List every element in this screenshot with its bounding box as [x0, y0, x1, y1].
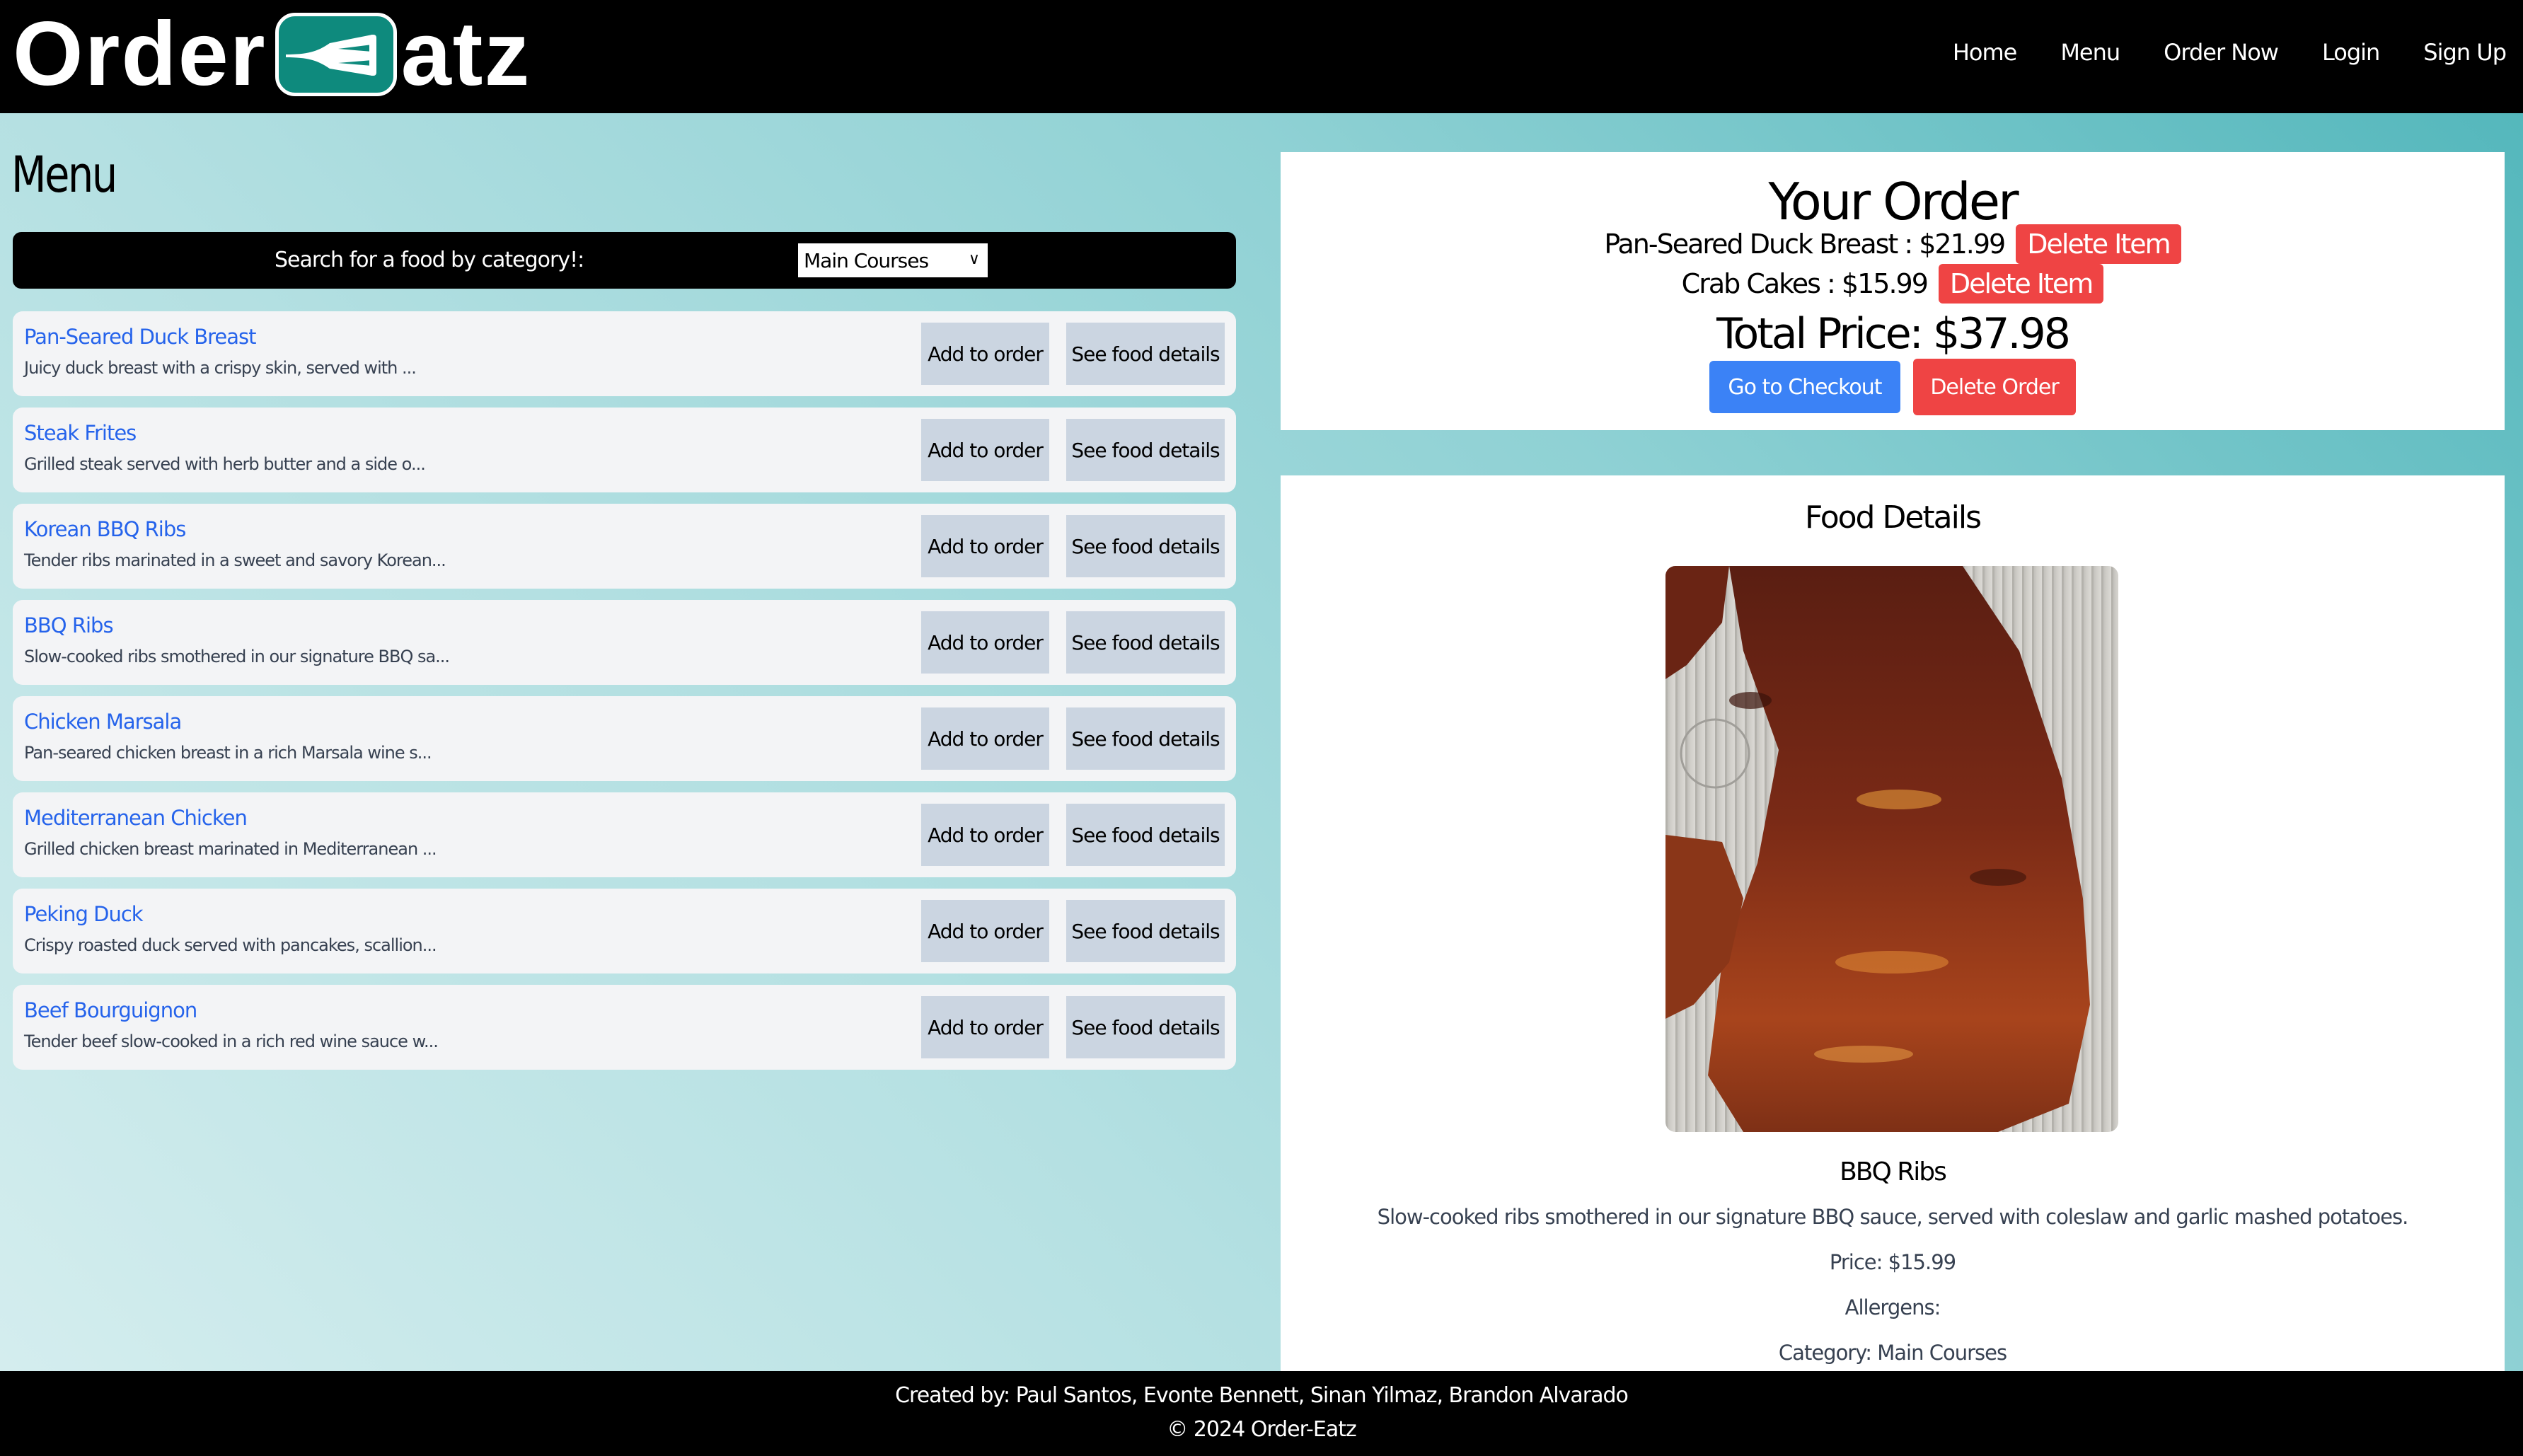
order-line-item: Crab Cakes : $15.99 Delete Item [1281, 264, 2505, 304]
food-details-category: Category: Main Courses [1778, 1341, 2007, 1365]
menu-item-name-link[interactable]: Beef Bourguignon [24, 996, 197, 1024]
add-to-order-button[interactable]: Add to order [921, 515, 1049, 577]
menu-item-card: Beef Bourguignon Tender beef slow-cooked… [13, 985, 1236, 1070]
menu-item-description: Tender ribs marinated in a sweet and sav… [24, 550, 446, 570]
food-details-price: Price: $15.99 [1829, 1250, 1956, 1274]
order-total-price: Total Price: $37.98 [1716, 309, 2071, 359]
delete-order-button[interactable]: Delete Order [1913, 359, 2076, 415]
site-header: Order atz Home Menu Order Now Login Sign… [0, 0, 2523, 113]
category-search-label: Search for a food by category!: [275, 248, 584, 272]
order-line-item: Pan-Seared Duck Breast : $21.99 Delete I… [1281, 224, 2505, 264]
menu-item-card: Chicken Marsala Pan-seared chicken breas… [13, 696, 1236, 781]
delete-item-button[interactable]: Delete Item [2016, 224, 2181, 264]
menu-item-name-link[interactable]: Steak Frites [24, 419, 137, 447]
logo-text-order: Order [13, 4, 267, 105]
logo-text-atz: atz [400, 4, 531, 105]
see-food-details-button[interactable]: See food details [1066, 515, 1225, 577]
see-food-details-button[interactable]: See food details [1066, 707, 1225, 770]
nav-menu[interactable]: Menu [2060, 34, 2120, 71]
order-item-text: Crab Cakes : $15.99 [1681, 268, 1929, 299]
fork-e-icon [275, 13, 397, 96]
order-item-text: Pan-Seared Duck Breast : $21.99 [1604, 229, 2006, 260]
site-footer: Created by: Paul Santos, Evonte Bennett,… [0, 1371, 2523, 1456]
add-to-order-button[interactable]: Add to order [921, 323, 1049, 385]
menu-item-card: Pan-Seared Duck Breast Juicy duck breast… [13, 311, 1236, 396]
add-to-order-button[interactable]: Add to order [921, 900, 1049, 962]
menu-item-card: Steak Frites Grilled steak served with h… [13, 408, 1236, 492]
go-to-checkout-button[interactable]: Go to Checkout [1709, 361, 1900, 413]
see-food-details-button[interactable]: See food details [1066, 804, 1225, 866]
category-select[interactable]: Main Courses ∨ [798, 243, 988, 277]
logo[interactable]: Order atz [13, 4, 531, 105]
menu-item-name-link[interactable]: Mediterranean Chicken [24, 804, 248, 832]
menu-item-card: Korean BBQ Ribs Tender ribs marinated in… [13, 504, 1236, 589]
category-select-value: Main Courses [804, 248, 929, 272]
order-actions: Go to Checkout Delete Order [1281, 359, 2505, 415]
menu-item-name-link[interactable]: BBQ Ribs [24, 611, 114, 640]
menu-item-description: Grilled chicken breast marinated in Medi… [24, 839, 437, 859]
add-to-order-button[interactable]: Add to order [921, 996, 1049, 1058]
chevron-down-icon: ∨ [968, 250, 980, 268]
footer-credits: Created by: Paul Santos, Evonte Bennett,… [895, 1383, 1629, 1408]
nav-login[interactable]: Login [2322, 34, 2380, 71]
main-nav: Home Menu Order Now Login Sign Up [1953, 34, 2507, 71]
see-food-details-button[interactable]: See food details [1066, 323, 1225, 385]
food-photo-illustration [1665, 566, 2118, 1132]
add-to-order-button[interactable]: Add to order [921, 707, 1049, 770]
see-food-details-button[interactable]: See food details [1066, 900, 1225, 962]
food-details-title: Food Details [1804, 499, 1982, 536]
menu-item-description: Slow-cooked ribs smothered in our signat… [24, 647, 450, 666]
food-details-name: BBQ Ribs [1840, 1157, 1947, 1186]
menu-list: Pan-Seared Duck Breast Juicy duck breast… [13, 311, 1236, 1081]
nav-order-now[interactable]: Order Now [2164, 34, 2279, 71]
menu-item-name-link[interactable]: Pan-Seared Duck Breast [24, 323, 257, 351]
menu-item-description: Juicy duck breast with a crispy skin, se… [24, 358, 417, 378]
add-to-order-button[interactable]: Add to order [921, 611, 1049, 674]
nav-home[interactable]: Home [1953, 34, 2017, 71]
menu-item-name-link[interactable]: Korean BBQ Ribs [24, 515, 186, 543]
food-details-panel: Food Details BBQ Ribs Slow-cooked ribs s… [1281, 475, 2505, 1371]
category-search-bar: Search for a food by category!: Main Cou… [13, 232, 1236, 289]
food-details-description: Slow-cooked ribs smothered in our signat… [1377, 1205, 2409, 1229]
order-panel: Your Order Pan-Seared Duck Breast : $21.… [1281, 152, 2505, 430]
delete-item-button[interactable]: Delete Item [1938, 264, 2104, 304]
menu-item-name-link[interactable]: Peking Duck [24, 900, 144, 928]
nav-sign-up[interactable]: Sign Up [2423, 34, 2507, 71]
see-food-details-button[interactable]: See food details [1066, 996, 1225, 1058]
footer-copyright: © 2024 Order-Eatz [1167, 1417, 1356, 1442]
menu-item-description: Tender beef slow-cooked in a rich red wi… [24, 1032, 439, 1051]
menu-item-card: Mediterranean Chicken Grilled chicken br… [13, 792, 1236, 877]
see-food-details-button[interactable]: See food details [1066, 419, 1225, 481]
food-image [1665, 566, 2118, 1132]
menu-item-description: Pan-seared chicken breast in a rich Mars… [24, 743, 432, 763]
menu-item-description: Crispy roasted duck served with pancakes… [24, 935, 437, 955]
add-to-order-button[interactable]: Add to order [921, 419, 1049, 481]
page-title: Menu [11, 146, 117, 204]
menu-item-card: BBQ Ribs Slow-cooked ribs smothered in o… [13, 600, 1236, 685]
food-details-allergens: Allergens: [1844, 1295, 1941, 1319]
menu-item-card: Peking Duck Crispy roasted duck served w… [13, 889, 1236, 973]
see-food-details-button[interactable]: See food details [1066, 611, 1225, 674]
menu-item-name-link[interactable]: Chicken Marsala [24, 707, 182, 736]
menu-item-description: Grilled steak served with herb butter an… [24, 454, 426, 474]
add-to-order-button[interactable]: Add to order [921, 804, 1049, 866]
